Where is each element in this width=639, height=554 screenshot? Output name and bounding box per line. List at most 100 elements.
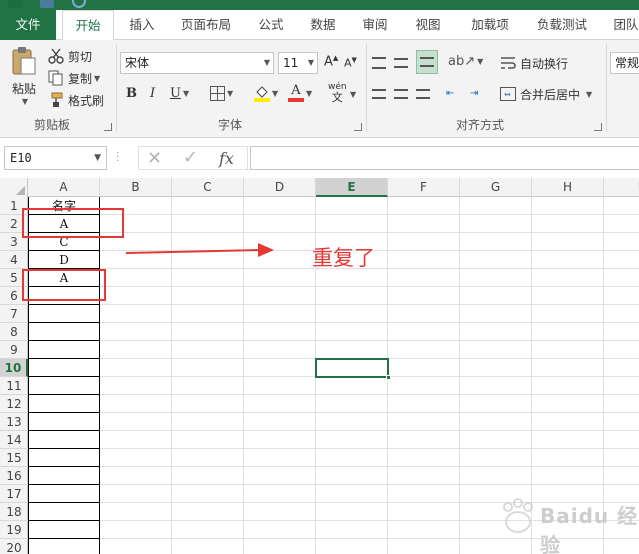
copy-button[interactable]: 复制 ▼ <box>48 68 100 88</box>
enter-icon[interactable]: ✓ <box>183 147 198 168</box>
name-box[interactable]: E10 ▼ <box>4 146 107 170</box>
row-header-16[interactable]: 16 <box>0 467 28 485</box>
row-header-18[interactable]: 18 <box>0 503 28 521</box>
row-header-8[interactable]: 8 <box>0 323 28 341</box>
active-cell[interactable] <box>315 358 391 380</box>
insert-function-button[interactable]: fx <box>219 149 234 168</box>
tab-page-layout[interactable]: 页面布局 <box>172 10 240 40</box>
align-bottom-button[interactable] <box>416 50 438 74</box>
column-header-h[interactable]: H <box>532 178 604 197</box>
cut-label: 剪切 <box>68 49 93 64</box>
tab-home[interactable]: 开始 <box>62 10 114 41</box>
increase-font-size-button[interactable]: A▲ <box>324 54 338 69</box>
wrap-text-icon <box>500 56 516 70</box>
row-header-17[interactable]: 17 <box>0 485 28 503</box>
font-launcher-icon[interactable] <box>354 123 362 131</box>
bold-button[interactable]: B <box>126 86 137 101</box>
cell-border <box>28 304 100 305</box>
row-header-4[interactable]: 4 <box>0 251 28 269</box>
chevron-down-icon: ▼ <box>227 89 234 98</box>
align-right-button[interactable] <box>416 84 436 104</box>
tab-team[interactable]: 团队 <box>606 10 639 40</box>
fill-color-button[interactable]: ▼ <box>254 84 278 102</box>
font-color-button[interactable]: A ▼ <box>288 84 312 102</box>
align-center-button[interactable] <box>394 84 414 104</box>
chevron-down-icon: ▼ <box>182 89 190 98</box>
chevron-down-icon: ▼ <box>94 153 101 163</box>
row-header-10[interactable]: 10 <box>0 359 28 377</box>
quick-access-toolbar <box>0 0 639 10</box>
copy-icon <box>48 70 64 86</box>
column-header-b[interactable]: B <box>100 178 172 197</box>
decrease-indent-icon: ⇤ <box>446 88 455 99</box>
tab-data[interactable]: 数据 <box>302 10 344 40</box>
number-format-select[interactable]: 常规 <box>610 52 639 74</box>
row-gridline <box>28 484 639 485</box>
align-left-button[interactable] <box>372 84 392 104</box>
decrease-indent-button[interactable]: ⇤ <box>446 84 466 104</box>
font-size-select[interactable]: 11 ▼ <box>278 52 318 74</box>
column-header-a[interactable]: A <box>28 178 100 197</box>
tab-load-test[interactable]: 负载测试 <box>528 10 596 40</box>
cell-border <box>28 538 100 539</box>
arrow-right-icon <box>125 243 274 257</box>
row-header-7[interactable]: 7 <box>0 305 28 323</box>
chevron-down-icon[interactable]: ▼ <box>350 90 356 99</box>
cell-border <box>28 358 100 359</box>
column-header-f[interactable]: F <box>388 178 460 197</box>
row-gridline <box>28 304 639 305</box>
row-header-9[interactable]: 9 <box>0 341 28 359</box>
decrease-font-size-button[interactable]: A▼ <box>344 56 357 70</box>
row-header-12[interactable]: 12 <box>0 395 28 413</box>
italic-button[interactable]: I <box>150 86 155 101</box>
fill-handle[interactable] <box>386 375 391 380</box>
cell-border <box>28 520 100 521</box>
orientation-button[interactable]: ab↗ ▼ <box>448 54 483 69</box>
wrap-text-button[interactable]: 自动换行 <box>500 52 568 74</box>
alignment-launcher-icon[interactable] <box>594 123 602 131</box>
duplicate-annotation: 重复了 <box>312 246 375 270</box>
cell-a4[interactable]: D <box>28 251 100 269</box>
align-middle-button[interactable] <box>394 52 414 74</box>
align-top-button[interactable] <box>372 52 392 74</box>
font-size-value: 11 <box>283 56 299 70</box>
formula-input[interactable] <box>250 146 639 170</box>
tab-view[interactable]: 视图 <box>407 10 449 40</box>
paste-button[interactable]: 粘贴 ▼ <box>8 46 40 110</box>
chevron-down-icon: ▼ <box>21 97 29 106</box>
cancel-icon[interactable]: ✕ <box>147 148 162 169</box>
tab-review[interactable]: 审阅 <box>354 10 396 40</box>
row-gridline <box>28 412 639 413</box>
column-header-g[interactable]: G <box>460 178 532 197</box>
row-header-14[interactable]: 14 <box>0 431 28 449</box>
font-name-select[interactable]: 宋体 ▼ <box>120 52 274 74</box>
undo-icon[interactable] <box>72 0 86 8</box>
row-header-20[interactable]: 20 <box>0 539 28 554</box>
merge-center-button[interactable]: ↔ 合并后居中 ▼ <box>500 84 592 104</box>
tab-add-ins[interactable]: 加载项 <box>461 10 519 40</box>
save-icon[interactable] <box>40 0 54 8</box>
tab-file[interactable]: 文件 <box>0 10 56 40</box>
format-painter-button[interactable]: 格式刷 <box>48 90 104 110</box>
tab-formulas[interactable]: 公式 <box>250 10 292 40</box>
increase-indent-icon: ⇥ <box>470 88 479 99</box>
row-header-19[interactable]: 19 <box>0 521 28 539</box>
tab-insert[interactable]: 插入 <box>120 10 164 40</box>
column-header-e[interactable]: E <box>316 178 388 197</box>
select-all-button[interactable] <box>0 178 28 197</box>
increase-indent-button[interactable]: ⇥ <box>470 84 490 104</box>
column-header-i[interactable]: I <box>604 178 639 197</box>
phonetic-button[interactable]: wén 文 <box>328 82 347 103</box>
clipboard-launcher-icon[interactable] <box>104 123 112 131</box>
row-header-15[interactable]: 15 <box>0 449 28 467</box>
number-format-value: 常规 <box>615 56 639 70</box>
format-painter-label: 格式刷 <box>68 93 105 108</box>
column-header-d[interactable]: D <box>244 178 316 197</box>
column-header-c[interactable]: C <box>172 178 244 197</box>
row-header-11[interactable]: 11 <box>0 377 28 395</box>
underline-button[interactable]: U ▼ <box>170 86 189 101</box>
row-header-13[interactable]: 13 <box>0 413 28 431</box>
row-gridline <box>28 448 639 449</box>
cut-button[interactable]: 剪切 <box>48 46 92 66</box>
borders-button[interactable]: ▼ <box>210 86 233 101</box>
